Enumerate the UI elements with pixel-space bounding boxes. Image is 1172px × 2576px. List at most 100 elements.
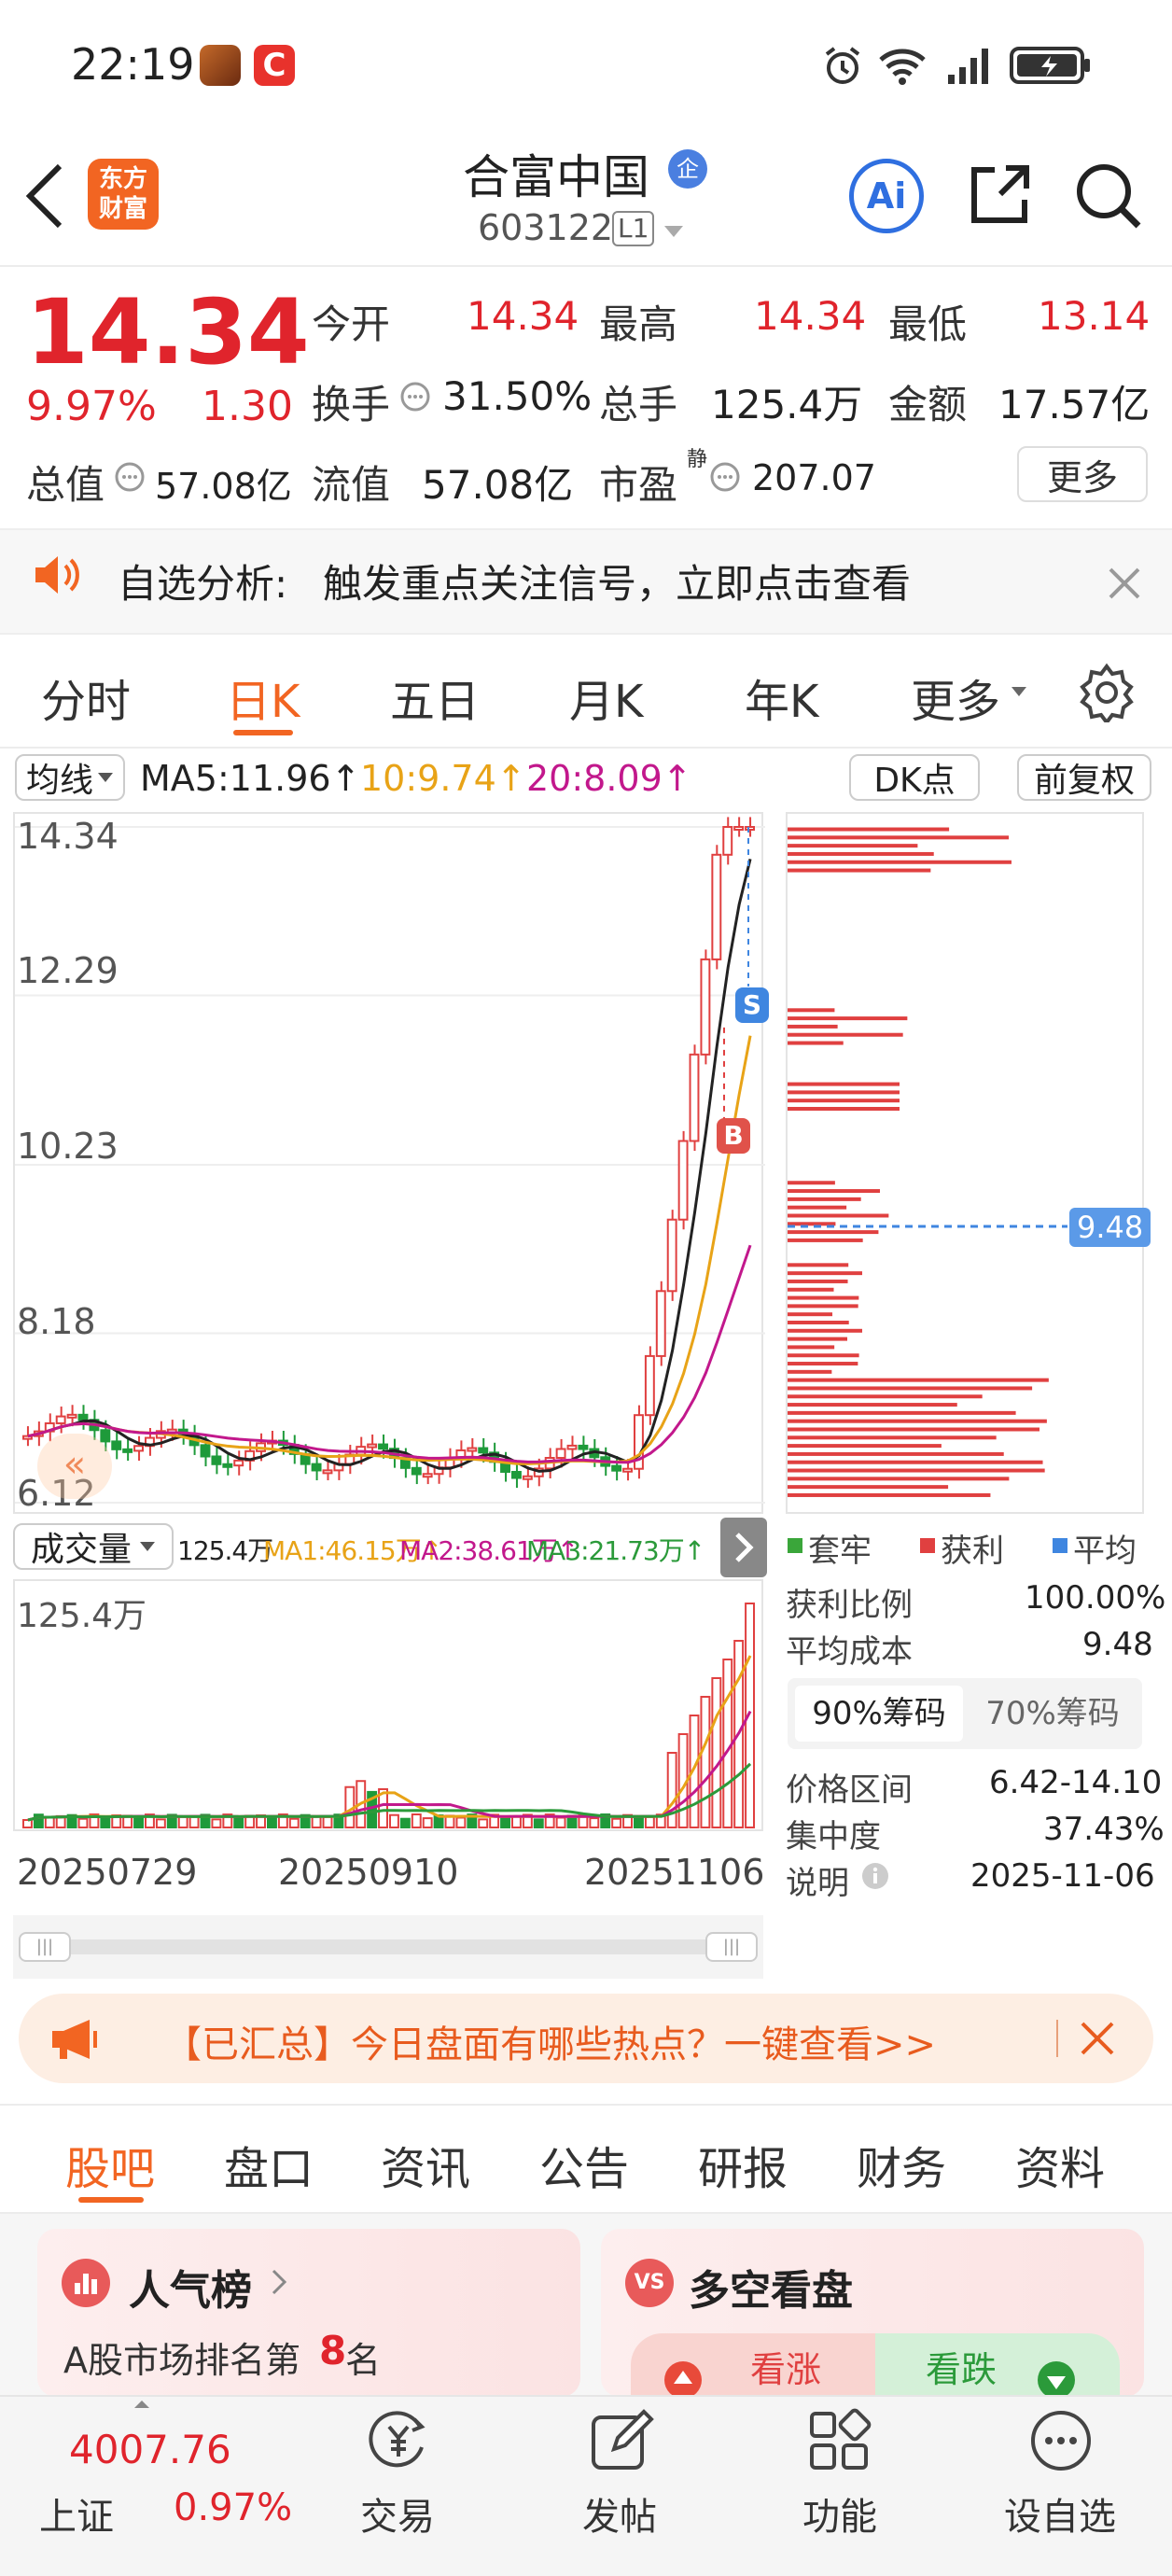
tab-yearly-k[interactable]: 年K bbox=[745, 665, 818, 730]
chip-bar bbox=[788, 1238, 863, 1242]
chip-bar bbox=[788, 1279, 848, 1283]
scroll-handle-right[interactable]: ||| bbox=[705, 1932, 758, 1962]
subtab-forum[interactable]: 股吧 bbox=[65, 2132, 155, 2197]
back-icon[interactable] bbox=[22, 161, 69, 231]
subtab-profile[interactable]: 资料 bbox=[1015, 2132, 1105, 2197]
chip-bar bbox=[788, 1312, 833, 1317]
mcap-value: 57.08亿 bbox=[155, 466, 292, 507]
candle bbox=[133, 1445, 145, 1452]
tab-daily-k[interactable]: 日K bbox=[226, 665, 300, 730]
tab-monthly-k[interactable]: 月K bbox=[569, 665, 643, 730]
more-circle-icon[interactable] bbox=[1026, 2406, 1095, 2475]
kline-chart[interactable] bbox=[13, 812, 765, 1514]
subtab-research[interactable]: 研报 bbox=[698, 2132, 788, 2197]
chip-bar bbox=[788, 1328, 862, 1333]
dk-point-label: DK点 bbox=[873, 762, 956, 800]
candle bbox=[622, 1467, 633, 1473]
chip-bar bbox=[788, 1287, 834, 1292]
chip-bar bbox=[788, 1485, 949, 1490]
index-percent[interactable]: 0.97% bbox=[174, 2486, 292, 2529]
info-icon[interactable] bbox=[114, 461, 146, 493]
compose-icon[interactable] bbox=[586, 2406, 655, 2475]
index-value[interactable]: 4007.76 bbox=[69, 2427, 231, 2472]
chip-bar bbox=[788, 1320, 849, 1324]
tab-more[interactable]: 更多 bbox=[911, 665, 1000, 730]
subtab-announcements[interactable]: 公告 bbox=[539, 2132, 629, 2197]
chip-bar bbox=[788, 1419, 1047, 1423]
settings-icon[interactable] bbox=[1077, 663, 1137, 722]
volume-bar bbox=[133, 1816, 145, 1829]
current-price: 14.34 bbox=[26, 280, 310, 385]
close-icon[interactable] bbox=[1107, 566, 1142, 601]
candle bbox=[655, 1290, 666, 1357]
subtab-news[interactable]: 资讯 bbox=[381, 2132, 470, 2197]
tab-intraday[interactable]: 分时 bbox=[41, 665, 131, 730]
volume-bar bbox=[500, 1815, 510, 1828]
subtab-order-book[interactable]: 盘口 bbox=[224, 2132, 314, 2197]
subtab-financials[interactable]: 财务 bbox=[857, 2132, 946, 2197]
info-icon[interactable] bbox=[399, 381, 431, 413]
close-icon[interactable] bbox=[1079, 2020, 1116, 2057]
toggle-70[interactable]: 70%筹码 bbox=[969, 1686, 1137, 1742]
open-label: 今开 bbox=[312, 301, 391, 347]
candle bbox=[711, 853, 722, 960]
vote-down-button[interactable] bbox=[875, 2333, 1120, 2397]
info-icon[interactable] bbox=[709, 461, 741, 493]
chip-bar bbox=[788, 844, 918, 848]
chip-bar bbox=[788, 1353, 859, 1358]
index-name[interactable]: 上证 bbox=[39, 2486, 114, 2541]
expand-button[interactable] bbox=[720, 1518, 767, 1577]
volume-bar bbox=[611, 1817, 622, 1829]
adjust-button[interactable]: 前复权 bbox=[1017, 754, 1151, 801]
chip-distribution[interactable] bbox=[786, 812, 1144, 1514]
mcap-label: 总值 bbox=[26, 462, 105, 508]
popularity-rank: 8 bbox=[319, 2328, 347, 2373]
volume-selector[interactable]: 成交量 bbox=[13, 1523, 174, 1570]
chip-bar bbox=[788, 1008, 835, 1013]
chip-bar bbox=[788, 1230, 879, 1235]
amount-value: 17.57亿 bbox=[998, 382, 1151, 427]
code-dropdown-icon[interactable] bbox=[663, 224, 685, 239]
ai-button[interactable]: Ai bbox=[849, 159, 924, 233]
turnover-value: 31.50% bbox=[442, 373, 593, 419]
popularity-title: 人气榜 bbox=[129, 2267, 252, 2315]
nav-post[interactable]: 发帖 bbox=[582, 2486, 657, 2541]
chip-bar bbox=[788, 1189, 880, 1194]
chip-bar bbox=[788, 1386, 1033, 1391]
tab-active-underline bbox=[233, 730, 293, 735]
chip-bar bbox=[788, 1090, 900, 1095]
tab-five-day[interactable]: 五日 bbox=[390, 665, 480, 730]
nav-trade[interactable]: 交易 bbox=[360, 2486, 435, 2541]
apps-icon[interactable] bbox=[806, 2408, 872, 2473]
ma-selector[interactable]: 均线 bbox=[15, 754, 125, 801]
candle bbox=[511, 1470, 522, 1479]
scroll-handle-left[interactable]: ||| bbox=[19, 1932, 71, 1962]
arrow-up-icon bbox=[664, 2361, 702, 2399]
trade-icon[interactable] bbox=[362, 2406, 435, 2475]
bull-bear-title: 多空看盘 bbox=[689, 2267, 853, 2315]
app-logo: 东方 财富 bbox=[88, 159, 159, 230]
volume-bar bbox=[666, 1752, 677, 1828]
toggle-90[interactable]: 90%筹码 bbox=[795, 1686, 963, 1742]
chip-bar bbox=[788, 1304, 858, 1309]
nav-functions[interactable]: 功能 bbox=[802, 2486, 877, 2541]
candle bbox=[733, 826, 745, 831]
nav-add-watchlist[interactable]: 设自选 bbox=[1004, 2486, 1116, 2541]
index-up-caret-icon bbox=[133, 2399, 151, 2410]
candle bbox=[722, 826, 733, 856]
share-icon[interactable] bbox=[967, 161, 1034, 228]
dk-point-button[interactable]: DK点 bbox=[849, 754, 980, 801]
ma20-value: 20:8.09↑ bbox=[526, 758, 692, 799]
chip-bar bbox=[788, 860, 1012, 864]
legend-avg: 平均 bbox=[1073, 1533, 1137, 1570]
volume-ma-line bbox=[27, 1710, 752, 1822]
sell-marker[interactable]: S bbox=[735, 987, 769, 1023]
scroll-left-button[interactable]: « bbox=[37, 1434, 112, 1499]
chevron-right-icon bbox=[735, 1533, 754, 1562]
more-button[interactable]: 更多 bbox=[1017, 446, 1148, 502]
info-icon[interactable] bbox=[860, 1861, 890, 1891]
chart-scrollbar[interactable]: ||| ||| bbox=[13, 1915, 763, 1979]
search-icon[interactable] bbox=[1073, 161, 1144, 231]
low-value: 13.14 bbox=[1038, 293, 1151, 339]
buy-marker[interactable]: B bbox=[717, 1118, 750, 1154]
